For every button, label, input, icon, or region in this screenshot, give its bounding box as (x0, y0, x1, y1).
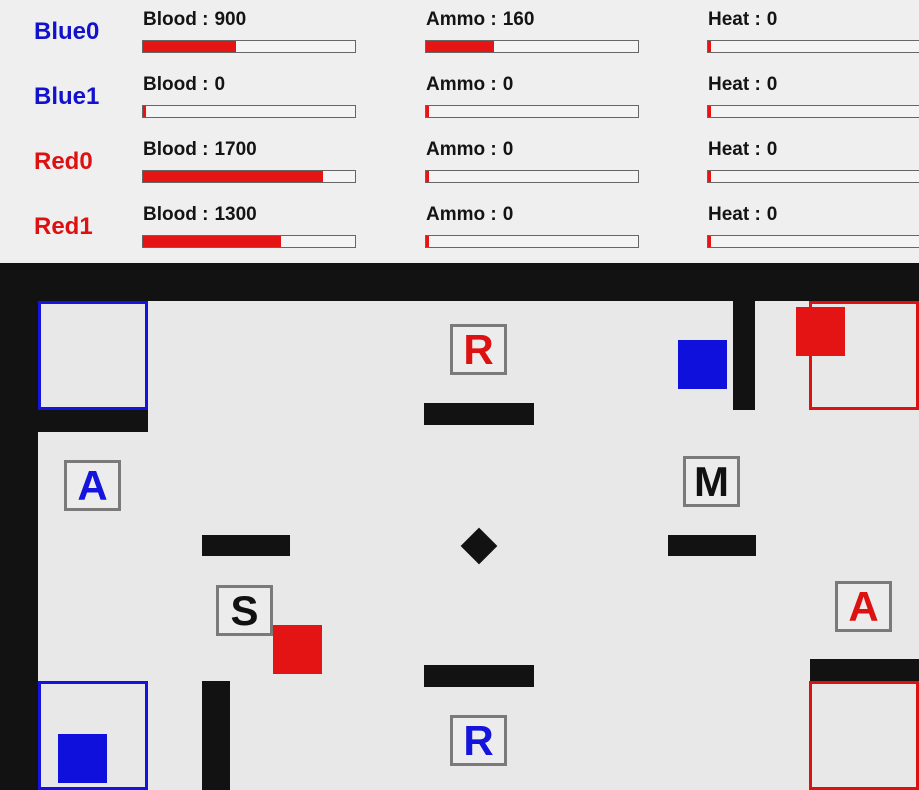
wall-segment (38, 410, 148, 432)
ammo-label: Ammo : (426, 74, 497, 95)
heat-stat: Heat :0 (707, 0, 919, 60)
ammo-stat: Ammo :160 (425, 0, 642, 60)
wall-segment (202, 681, 230, 790)
top-wall (0, 263, 919, 301)
blood-bar-fill (143, 41, 237, 52)
wall-segment (202, 535, 290, 556)
robot-red (796, 307, 845, 356)
robot-name: Red1 (34, 213, 93, 240)
heat-bar-fill (708, 106, 711, 117)
heat-label: Heat : (708, 139, 761, 160)
battlefield-map: R R A A M S (0, 263, 919, 790)
blood-bar-fill (143, 236, 281, 247)
wall-segment (733, 301, 755, 410)
robot-red (273, 625, 322, 674)
blood-stat: Blood :1700 (142, 130, 359, 190)
ammo-label: Ammo : (426, 139, 497, 160)
ammo-value: 160 (502, 9, 535, 30)
robot-row-blue0: Blue0 Blood :900 Ammo :160 Heat :0 (0, 0, 919, 65)
robot-row-blue1: Blue1 Blood :0 Ammo :0 Heat :0 (0, 65, 919, 130)
robot-name: Red0 (34, 148, 93, 175)
blood-stat: Blood :900 (142, 0, 359, 60)
red-start-zone-bottom (809, 681, 919, 790)
wall-segment (424, 665, 534, 687)
marker-r-blue: R (450, 715, 507, 766)
left-wall (0, 263, 38, 790)
heat-bar (707, 40, 919, 53)
ammo-bar (425, 170, 639, 183)
heat-stat: Heat :0 (707, 195, 919, 255)
blood-label: Blood : (143, 74, 209, 95)
heat-value: 0 (766, 204, 778, 225)
heat-value: 0 (766, 139, 778, 160)
blood-value: 0 (214, 74, 226, 95)
heat-value: 0 (766, 74, 778, 95)
ammo-bar (425, 40, 639, 53)
blood-bar-fill (143, 171, 324, 182)
marker-m: M (683, 456, 740, 507)
status-panel: Blue0 Blood :900 Ammo :160 Heat :0 Blue1… (0, 0, 919, 263)
heat-label: Heat : (708, 9, 761, 30)
blue-start-zone-top (38, 301, 148, 410)
ammo-value: 0 (502, 74, 514, 95)
wall-segment (424, 403, 534, 425)
ammo-label: Ammo : (426, 204, 497, 225)
marker-a-red: A (835, 581, 892, 632)
marker-s: S (216, 585, 273, 636)
heat-bar (707, 170, 919, 183)
ammo-bar-fill (426, 41, 494, 52)
blood-value: 1700 (214, 139, 257, 160)
center-point-diamond (460, 527, 498, 565)
blood-stat: Blood :1300 (142, 195, 359, 255)
blood-bar-fill (143, 106, 146, 117)
blood-stat: Blood :0 (142, 65, 359, 125)
ammo-label: Ammo : (426, 9, 497, 30)
ammo-bar-fill (426, 236, 429, 247)
heat-bar-fill (708, 171, 711, 182)
blood-label: Blood : (143, 9, 209, 30)
robot-blue (58, 734, 107, 783)
blood-label: Blood : (143, 139, 209, 160)
ammo-value: 0 (502, 139, 514, 160)
blood-bar (142, 105, 356, 118)
robot-row-red0: Red0 Blood :1700 Ammo :0 Heat :0 (0, 130, 919, 195)
robot-blue (678, 340, 727, 389)
blood-bar (142, 235, 356, 248)
robot-name: Blue1 (34, 83, 100, 110)
marker-a-blue: A (64, 460, 121, 511)
ammo-bar-fill (426, 106, 429, 117)
robot-name: Blue0 (34, 18, 100, 45)
heat-bar (707, 235, 919, 248)
blood-label: Blood : (143, 204, 209, 225)
wall-segment (810, 659, 919, 681)
robot-row-red1: Red1 Blood :1300 Ammo :0 Heat :0 (0, 195, 919, 260)
heat-label: Heat : (708, 74, 761, 95)
heat-bar (707, 105, 919, 118)
heat-value: 0 (766, 9, 778, 30)
marker-r-red: R (450, 324, 507, 375)
blood-value: 900 (214, 9, 247, 30)
ammo-bar-fill (426, 171, 429, 182)
ammo-bar (425, 105, 639, 118)
heat-stat: Heat :0 (707, 130, 919, 190)
ammo-stat: Ammo :0 (425, 65, 642, 125)
wall-segment (668, 535, 756, 556)
heat-bar-fill (708, 41, 711, 52)
blood-bar (142, 170, 356, 183)
blood-bar (142, 40, 356, 53)
heat-stat: Heat :0 (707, 65, 919, 125)
heat-label: Heat : (708, 204, 761, 225)
ammo-bar (425, 235, 639, 248)
heat-bar-fill (708, 236, 711, 247)
ammo-stat: Ammo :0 (425, 130, 642, 190)
ammo-value: 0 (502, 204, 514, 225)
ammo-stat: Ammo :0 (425, 195, 642, 255)
blood-value: 1300 (214, 204, 257, 225)
